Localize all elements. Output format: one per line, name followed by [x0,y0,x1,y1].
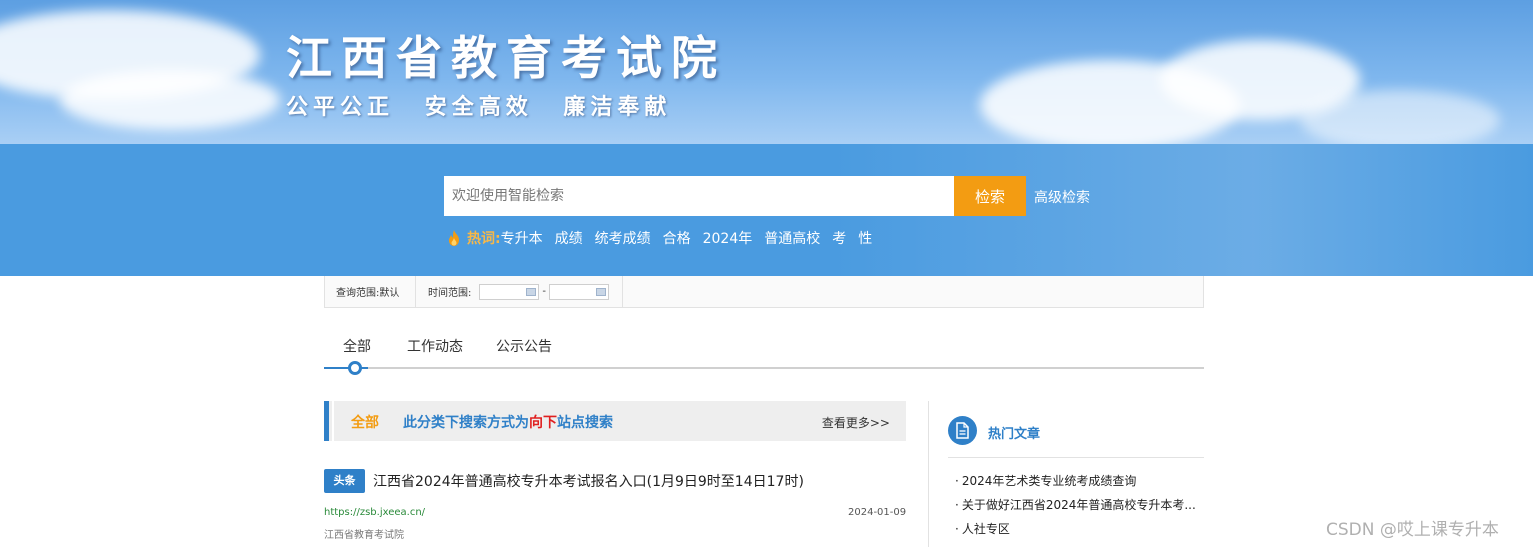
hot-term-link[interactable]: 普通高校 [764,228,820,248]
scope-value: 默认 [379,288,400,299]
hot-term-link[interactable]: 合格 [663,228,691,248]
hot-term-link[interactable]: 成绩 [555,228,583,248]
hot-article-link[interactable]: 人社专区 [955,517,1200,541]
fire-icon [449,230,459,246]
category-tabs: 全部 工作动态 公示公告 [324,336,1204,376]
calendar-icon[interactable] [526,287,537,296]
time-filter: 时间范围: - [428,276,609,307]
site-title: 江西省教育考试院 [286,31,726,85]
category-name: 全部 [351,415,379,431]
hot-label: 热词: [467,231,501,247]
slogan-part: 安全高效 [424,95,533,120]
hot-term-link[interactable]: 性 [858,228,872,248]
hot-term-link[interactable]: 2024年 [703,228,753,248]
tab-indicator-dot [348,361,362,375]
headline-badge: 头条 [324,469,365,493]
tab-work-news[interactable]: 工作动态 [407,336,463,356]
tab-track [324,367,1204,369]
article-source: 江西省教育考试院 [324,530,404,541]
search-button[interactable]: 检索 [954,176,1026,216]
view-more-link[interactable]: 查看更多>> [822,414,890,431]
hint-highlight: 向下 [529,415,557,431]
hint-prefix: 此分类下搜索方式为 [403,415,529,431]
filter-divider [622,276,623,307]
hot-term-link[interactable]: 统考成绩 [595,228,651,248]
scope-label: 查询范围: [336,288,380,299]
header-accent [332,401,334,441]
filter-divider [415,276,416,307]
search-input[interactable] [444,176,954,216]
article-date: 2024-01-09 [848,507,907,518]
hint-suffix: 站点搜索 [557,415,613,431]
date-separator: - [542,286,546,297]
cloud-decoration [1300,90,1500,144]
hot-articles-divider [948,457,1204,458]
site-slogan: 公平公正 安全高效 廉洁奉献 [286,89,689,121]
site-banner: 江西省教育考试院 公平公正 安全高效 廉洁奉献 [0,0,1533,144]
hot-term-link[interactable]: 专升本 [501,228,543,248]
csdn-watermark: CSDN @哎上课专升本 [1326,520,1499,540]
calendar-icon[interactable] [595,287,606,296]
sidebar-divider [928,401,929,547]
scope-filter[interactable]: 查询范围: 默认 [336,276,399,307]
filter-bar: 查询范围: 默认 时间范围: - [324,276,1204,308]
tab-all[interactable]: 全部 [343,336,371,356]
article-url[interactable]: https://zsb.jxeea.cn/ [324,507,425,518]
category-header: 全部 此分类下搜索方式为向下站点搜索 查看更多>> [324,401,906,441]
end-date-input[interactable] [548,283,609,300]
start-date-input[interactable] [479,283,540,300]
document-icon [948,416,977,445]
article-title-link[interactable]: 江西省2024年普通高校专升本考试报名入口(1月9日9时至14日17时) [373,471,804,491]
search-band: 检索 高级检索 热词: 专升本 成绩 统考成绩 合格 2024年 普通高校 考 … [0,144,1533,276]
hot-articles-list: 2024年艺术类专业统考成绩查询 关于做好江西省2024年普通高校专升本考...… [955,469,1200,541]
hot-term-link[interactable]: 考 [832,228,846,248]
hot-terms-row: 热词: 专升本 成绩 统考成绩 合格 2024年 普通高校 考 性 [446,228,884,248]
hot-article-link[interactable]: 2024年艺术类专业统考成绩查询 [955,469,1200,493]
hot-articles-title: 热门文章 [988,427,1041,442]
cloud-decoration [60,70,280,130]
time-label: 时间范围: [428,288,472,299]
tab-announcements[interactable]: 公示公告 [496,336,552,356]
slogan-part: 公平公正 [286,95,395,120]
slogan-part: 廉洁奉献 [563,95,672,120]
advanced-search-link[interactable]: 高级检索 [1034,187,1090,207]
hot-article-link[interactable]: 关于做好江西省2024年普通高校专升本考... [955,493,1200,517]
category-hint: 此分类下搜索方式为向下站点搜索 [403,412,613,432]
